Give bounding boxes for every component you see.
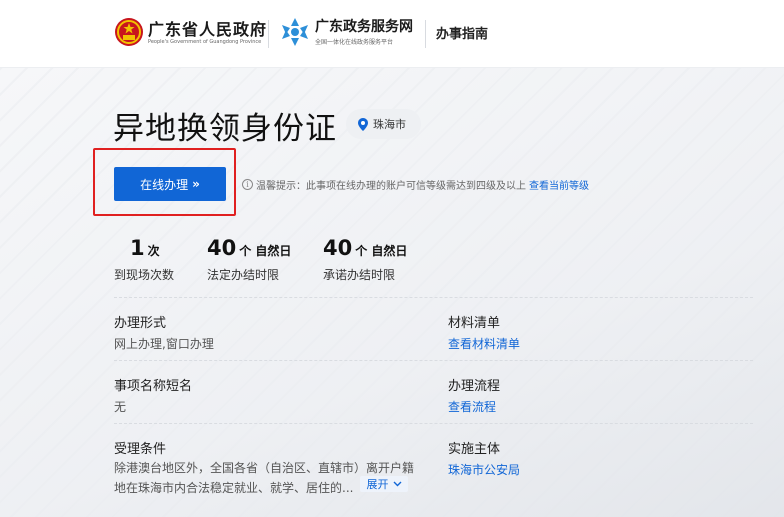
field-value: 无 (114, 400, 127, 414)
stat-visits: 1次 到现场次数 (114, 236, 174, 283)
condition-line: 除港澳台地区外，全国各省（自治区、直辖市）离开户籍 (114, 461, 415, 475)
location-pin-icon (358, 117, 368, 131)
expand-label: 展开 (366, 478, 389, 491)
stat-unit: 次 (147, 244, 160, 258)
field-condition-label: 受理条件 (114, 438, 166, 457)
portal-logo[interactable]: 广东政务服务网 全国一体化在线政务服务平台 (281, 15, 431, 51)
field-label: 事项名称短名 (114, 379, 193, 394)
stat-value: 40 (323, 236, 353, 260)
field-short-name: 事项名称短名 无 (114, 375, 192, 415)
expand-button[interactable]: 展开 (360, 476, 408, 492)
check-level-link[interactable]: 查看当前等级 (529, 177, 589, 192)
portal-subtitle: 全国一体化在线政务服务平台 (315, 39, 394, 46)
stat-value: 40 (207, 236, 237, 260)
location-label: 珠海市 (373, 118, 406, 131)
info-icon: i (242, 179, 253, 190)
field-materials: 材料清单 查看材料清单 (448, 312, 520, 352)
stat-label: 法定办结时限 (207, 268, 280, 282)
online-apply-button[interactable]: 在线办理 » (114, 167, 226, 201)
stat-value: 1 (130, 236, 145, 260)
field-label: 受理条件 (114, 442, 167, 457)
online-apply-label: 在线办理 (140, 177, 189, 192)
header-divider (268, 20, 269, 48)
divider (114, 423, 753, 424)
tip-text: 温馨提示：此事项在线办理的账户可信等级需达到四级及以上 (256, 181, 526, 192)
stat-unit: 个 自然日 (239, 244, 292, 258)
gov-name: 广东省人民政府 (148, 20, 268, 39)
portal-name: 广东政务服务网 (315, 19, 413, 35)
field-label: 材料清单 (448, 316, 501, 331)
portal-logo-icon (282, 18, 308, 46)
divider (114, 297, 753, 298)
field-label: 办理形式 (114, 316, 167, 331)
field-authority: 实施主体 珠海市公安局 (448, 438, 520, 478)
site-header: 广东省人民政府 People's Government of Guangdong… (0, 0, 784, 68)
authority-link[interactable]: 珠海市公安局 (448, 461, 520, 478)
stat-promised-limit: 40 个 自然日 承诺办结时限 (323, 236, 407, 283)
field-label: 办理流程 (448, 379, 501, 394)
location-chip[interactable]: 珠海市 (346, 109, 421, 139)
section-title[interactable]: 办事指南 (436, 23, 488, 42)
field-label: 实施主体 (448, 442, 501, 457)
field-value: 网上办理,窗口办理 (114, 337, 214, 351)
view-process-link[interactable]: 查看流程 (448, 398, 500, 415)
field-mode: 办理形式 网上办理,窗口办理 (114, 312, 214, 352)
gov-logo[interactable]: 广东省人民政府 People's Government of Guangdong… (114, 15, 268, 51)
tip-notice: i 温馨提示：此事项在线办理的账户可信等级需达到四级及以上 查看当前等级 (242, 177, 589, 192)
chevron-down-icon (393, 481, 401, 487)
national-emblem-icon (115, 18, 143, 46)
field-process: 办理流程 查看流程 (448, 375, 500, 415)
stat-unit: 个 自然日 (355, 244, 408, 258)
page-title: 异地换领身份证 (113, 111, 337, 147)
stat-label: 承诺办结时限 (323, 268, 396, 282)
double-chevron-right-icon: » (192, 177, 200, 191)
stat-legal-limit: 40 个 自然日 法定办结时限 (207, 236, 291, 283)
header-divider (425, 20, 426, 48)
gov-subtitle: People's Government of Guangdong Provinc… (148, 39, 262, 45)
stat-label: 到现场次数 (114, 268, 175, 282)
divider (114, 360, 753, 361)
view-materials-link[interactable]: 查看材料清单 (448, 335, 520, 352)
